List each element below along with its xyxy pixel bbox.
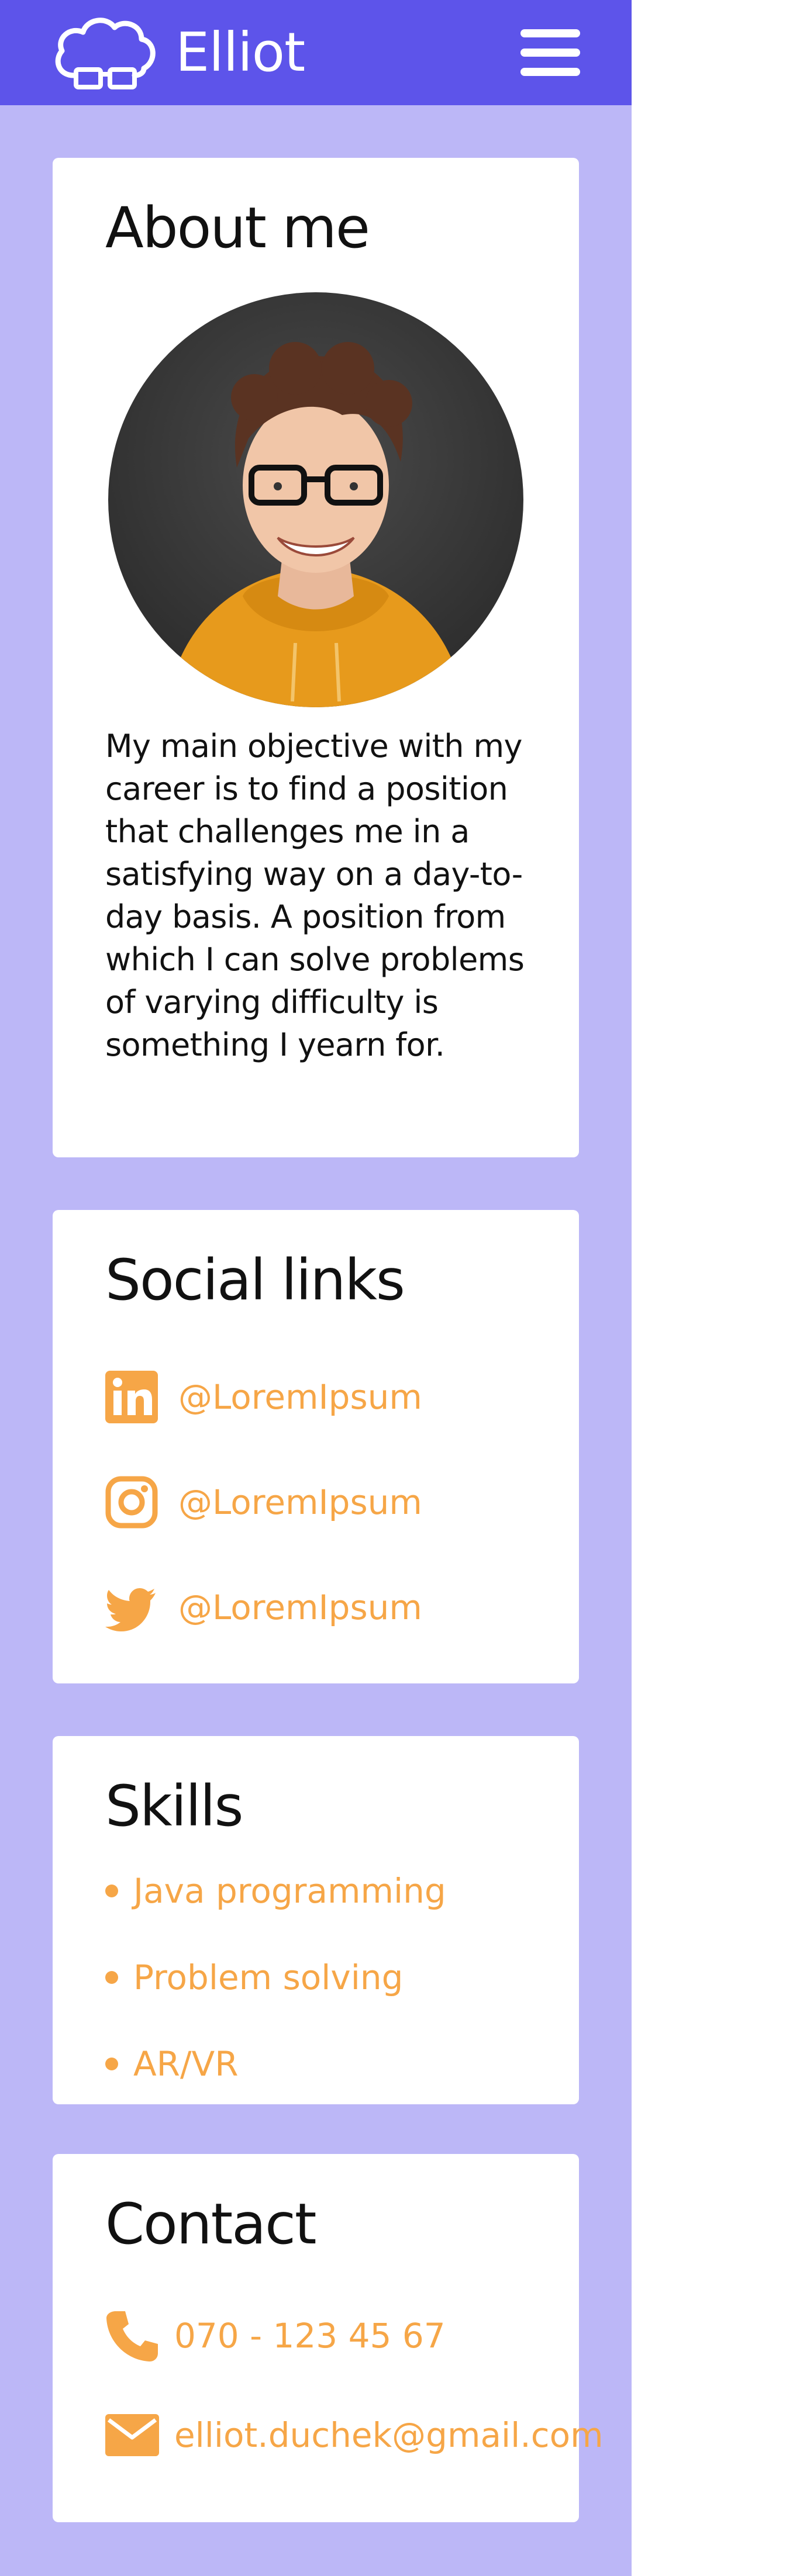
brand-name[interactable]: Elliot xyxy=(175,23,305,82)
phone-contact[interactable]: 070 - 123 45 67 xyxy=(105,2306,573,2364)
skill-label: Problem solving xyxy=(133,1958,404,1997)
email-address[interactable]: elliot.duchek@gmail.com xyxy=(174,2408,604,2462)
skill-item: Problem solving xyxy=(105,1954,403,2001)
bullet-icon xyxy=(105,1884,118,1897)
bullet-icon xyxy=(105,2057,118,2070)
twitter-handle[interactable]: @LoremIpsum xyxy=(178,1581,422,1634)
linkedin-link[interactable]: @LoremIpsum xyxy=(105,1365,515,1423)
profile-photo xyxy=(108,292,523,707)
skill-label: AR/VR xyxy=(133,2044,239,2084)
instagram-handle[interactable]: @LoremIpsum xyxy=(178,1476,422,1529)
about-card: About me My main objective with my caree… xyxy=(53,158,579,1157)
skills-title: Skills xyxy=(105,1773,244,1839)
social-links-card: Social links @LoremIpsum @LoremIpsum @Lo xyxy=(53,1210,579,1683)
skills-card: Skills Java programming Problem solving … xyxy=(53,1736,579,2104)
contact-card: Contact 070 - 123 45 67 elliot.duchek@gm… xyxy=(53,2154,604,2522)
social-title: Social links xyxy=(105,1247,405,1313)
skill-label: Java programming xyxy=(133,1871,446,1911)
cloud-with-glasses-icon[interactable] xyxy=(50,15,159,92)
skill-item: Java programming xyxy=(105,1868,446,1914)
instagram-icon xyxy=(105,1476,158,1529)
linkedin-icon xyxy=(105,1371,158,1423)
phone-icon xyxy=(106,2311,158,2361)
top-navbar: Elliot xyxy=(0,0,632,105)
twitter-icon xyxy=(105,1588,156,1631)
about-title: About me xyxy=(105,195,370,261)
hamburger-menu-icon[interactable] xyxy=(520,29,580,76)
skill-item: AR/VR xyxy=(105,2041,239,2087)
instagram-link[interactable]: @LoremIpsum xyxy=(105,1470,515,1529)
portrait-illustration xyxy=(167,342,465,707)
linkedin-handle[interactable]: @LoremIpsum xyxy=(178,1371,422,1423)
bullet-icon xyxy=(105,1970,118,1984)
page-background: Elliot About me My main objective with m… xyxy=(0,0,632,2576)
phone-number[interactable]: 070 - 123 45 67 xyxy=(174,2309,446,2363)
contact-title: Contact xyxy=(105,2191,316,2257)
mail-icon xyxy=(105,2414,159,2456)
about-description: My main objective with my career is to f… xyxy=(105,728,525,1063)
email-contact[interactable]: elliot.duchek@gmail.com xyxy=(105,2405,604,2464)
twitter-link[interactable]: @LoremIpsum xyxy=(105,1575,515,1634)
